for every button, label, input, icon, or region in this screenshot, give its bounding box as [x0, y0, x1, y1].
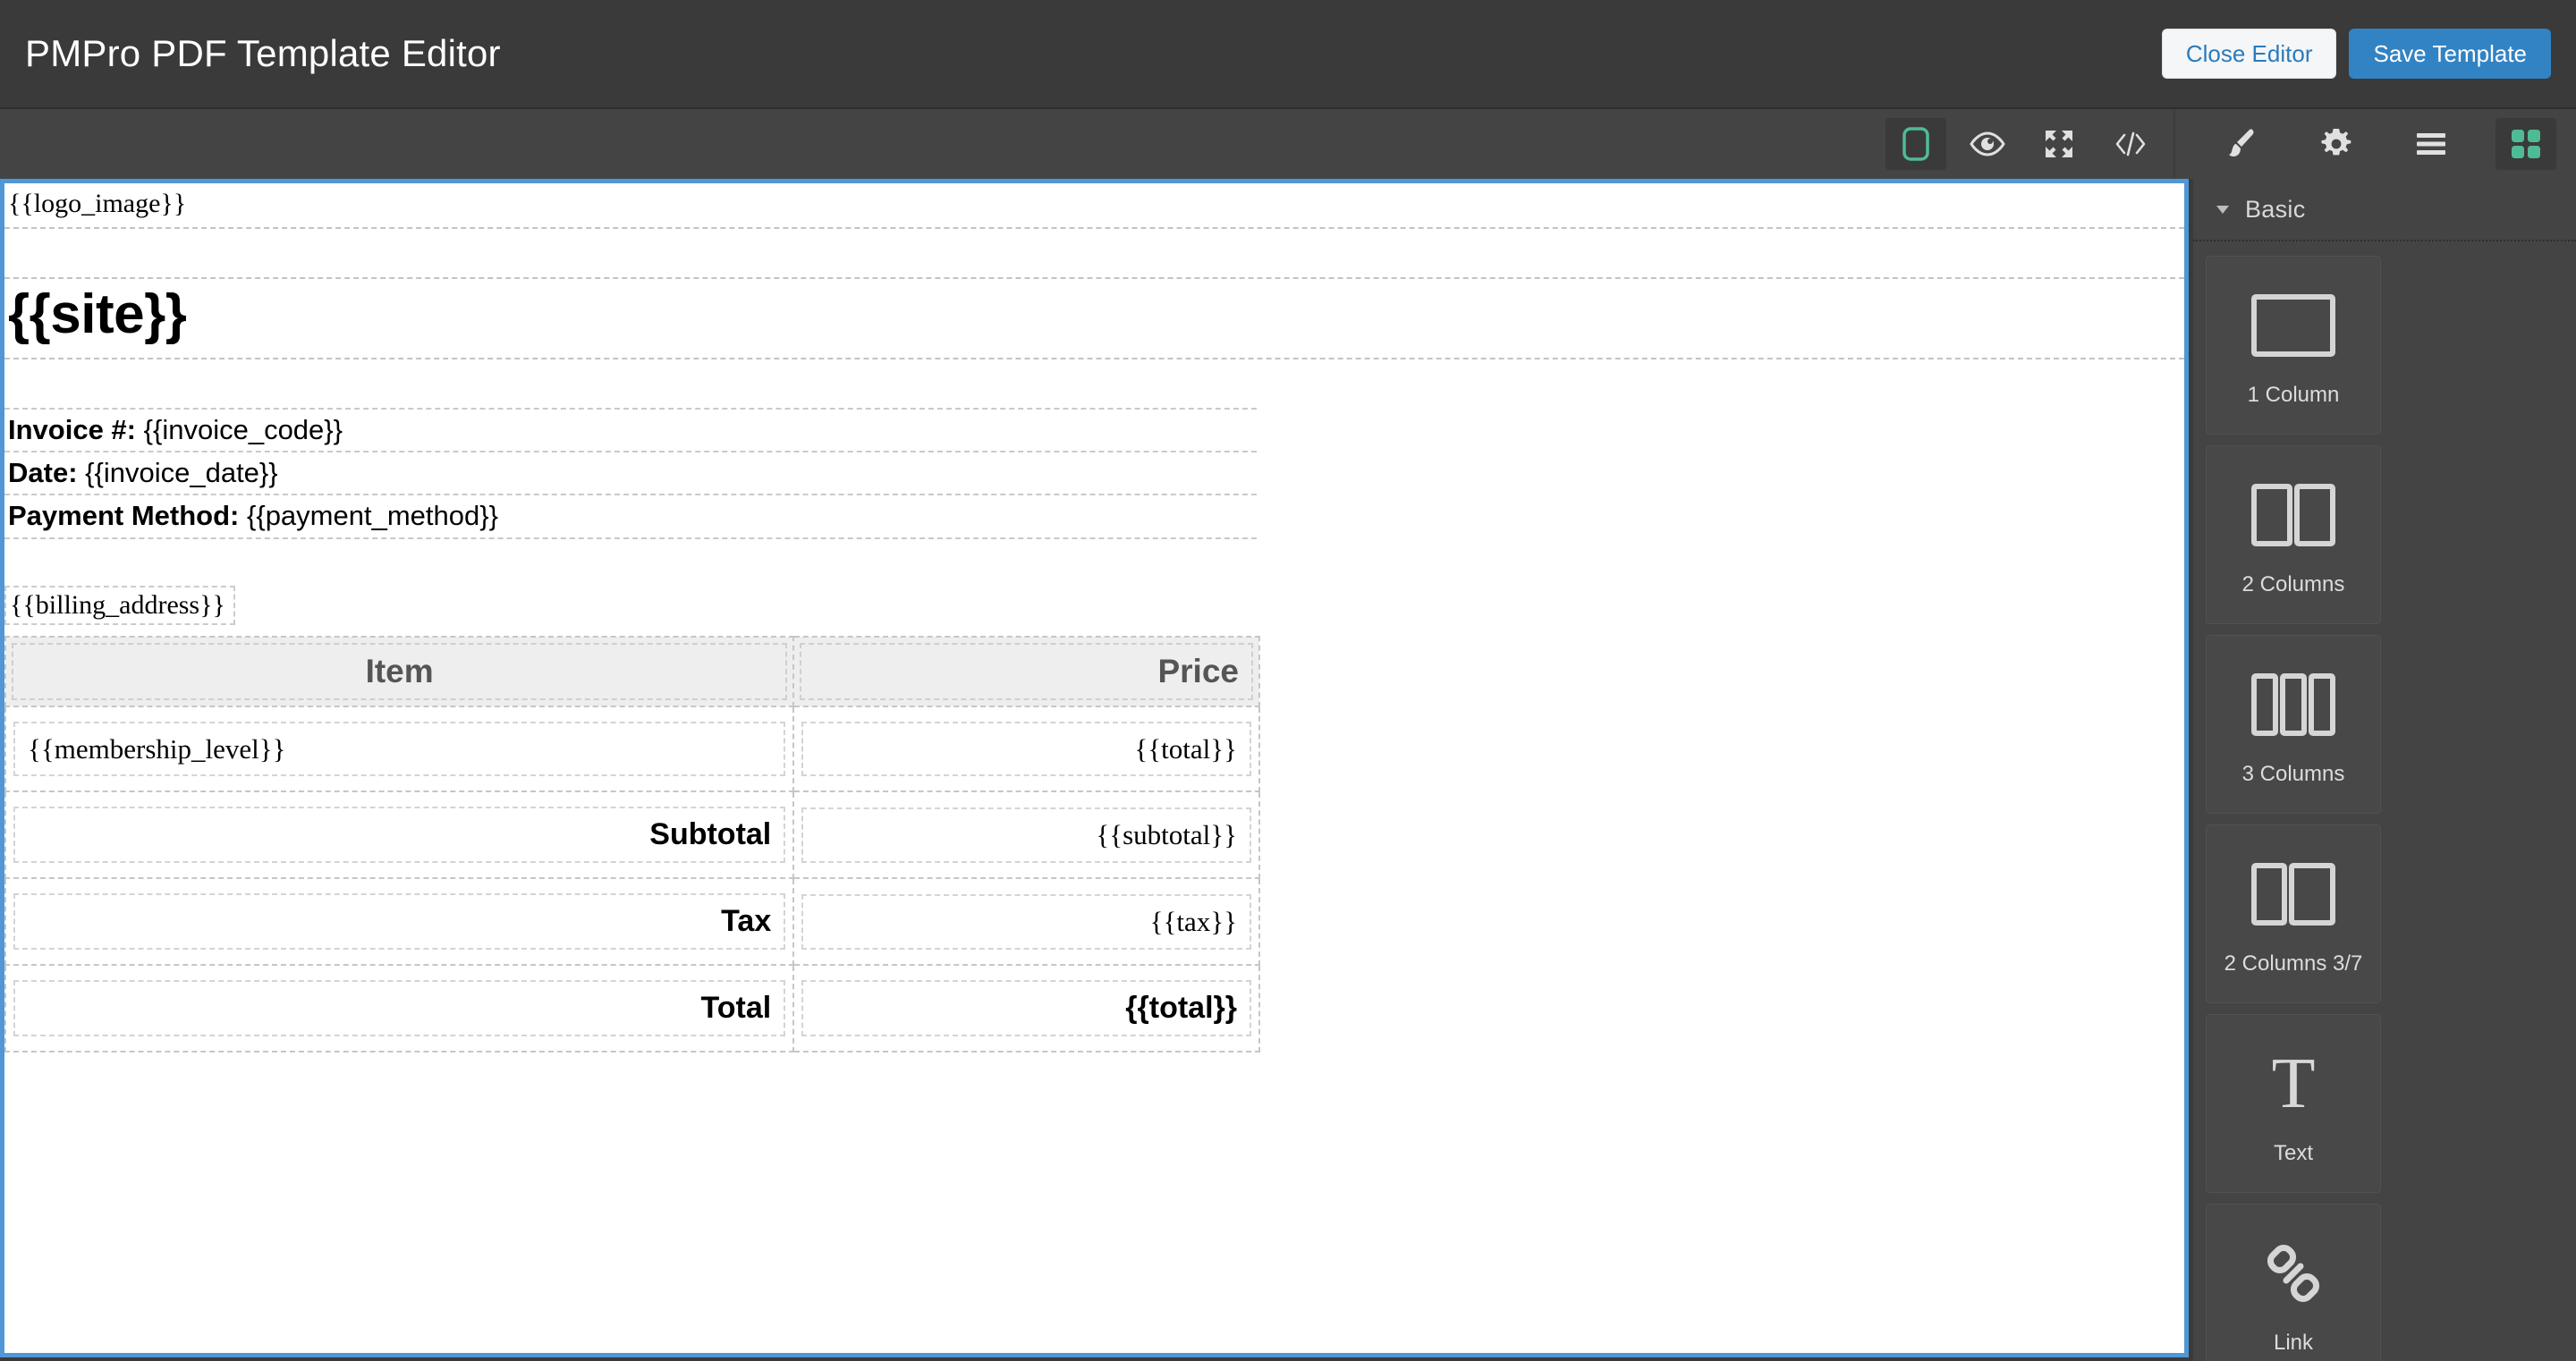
eye-icon: [1970, 131, 2005, 157]
table-cell-price[interactable]: {{total}}: [792, 964, 1260, 1053]
meta-row-invoice-code[interactable]: Invoice #: {{invoice_code}}: [4, 407, 1257, 452]
tax-label: Tax: [721, 904, 772, 939]
invoice-meta-block: Invoice #: {{invoice_code}} Date: {{invo…: [4, 407, 1257, 539]
code-icon: [2114, 131, 2147, 157]
table-row[interactable]: {{membership_level}} {{total}}: [4, 706, 1260, 793]
block-3-columns[interactable]: 3 Columns: [2206, 635, 2381, 814]
table-header-price[interactable]: Price: [792, 635, 1260, 708]
block-label: 2 Columns 3/7: [2224, 951, 2363, 976]
block-text[interactable]: T Text: [2206, 1014, 2381, 1193]
table-cell-item[interactable]: Total: [4, 964, 795, 1053]
table-cell-item[interactable]: Tax: [4, 877, 795, 967]
block-label: Text: [2273, 1141, 2313, 1165]
site-block[interactable]: {{site}}: [4, 276, 2184, 359]
basic-blocks-grid: 1 Column 2 Columns 3 Columns 2 Columns 3…: [2193, 241, 2576, 1361]
three-columns-icon: [2251, 662, 2335, 748]
column-header-label: Item: [365, 652, 434, 689]
fullscreen-arrows-icon: [2044, 129, 2074, 159]
total-label: Total: [700, 991, 772, 1026]
subtotal-label: Subtotal: [649, 817, 772, 852]
meta-row-invoice-date[interactable]: Date: {{invoice_date}}: [4, 452, 1257, 496]
table-row[interactable]: Total {{total}}: [4, 964, 1260, 1053]
meta-row-payment-method[interactable]: Payment Method: {{payment_method}}: [4, 495, 1257, 539]
section-title: Basic: [2245, 195, 2306, 223]
membership-level-placeholder[interactable]: {{membership_level}}: [28, 732, 771, 765]
layer-manager-button[interactable]: [2401, 118, 2462, 170]
logo-image-placeholder[interactable]: {{logo_image}}: [8, 189, 2181, 220]
block-2-columns-3-7[interactable]: 2 Columns 3/7: [2206, 824, 2381, 1003]
site-placeholder[interactable]: {{site}}: [8, 283, 2181, 345]
code-view-button[interactable]: [2100, 118, 2161, 170]
meta-value[interactable]: {{invoice_date}}: [85, 457, 278, 488]
text-t-icon: T: [2271, 1044, 2316, 1123]
subtotal-placeholder[interactable]: {{subtotal}}: [816, 818, 1237, 851]
table-cell-price[interactable]: {{subtotal}}: [792, 790, 1260, 880]
style-manager-button[interactable]: [2211, 118, 2272, 170]
header-actions: Close Editor Save Template: [2161, 29, 2551, 79]
sidebar-section-basic[interactable]: Basic: [2193, 179, 2576, 241]
borders-toggle-button[interactable]: [1885, 118, 1946, 170]
meta-label: Date:: [8, 456, 78, 488]
toolbar-view-group: [1880, 109, 2166, 179]
grand-total-placeholder[interactable]: {{total}}: [816, 991, 1237, 1026]
meta-value[interactable]: {{payment_method}}: [247, 500, 498, 531]
block-label: 1 Column: [2247, 383, 2340, 407]
logo-block[interactable]: {{logo_image}}: [4, 183, 2184, 229]
toolbar-panel-group: [2182, 109, 2576, 179]
hamburger-icon: [2415, 132, 2447, 156]
paint-brush-icon: [2226, 128, 2257, 160]
page-title: PMPro PDF Template Editor: [25, 32, 501, 74]
block-1-column[interactable]: 1 Column: [2206, 256, 2381, 435]
close-editor-button[interactable]: Close Editor: [2161, 29, 2337, 79]
total-placeholder[interactable]: {{total}}: [816, 732, 1237, 765]
template-canvas[interactable]: {{logo_image}} {{site}} Invoice #: {{inv…: [0, 179, 2189, 1357]
table-cell-price[interactable]: {{total}}: [792, 706, 1260, 793]
settings-button[interactable]: [2306, 118, 2367, 170]
two-columns-37-icon: [2251, 851, 2335, 937]
block-label: 3 Columns: [2241, 762, 2345, 786]
table-header-item[interactable]: Item: [4, 635, 795, 708]
billing-address-block[interactable]: {{billing_address}}: [4, 585, 235, 625]
toolbar-divider: [2174, 109, 2175, 179]
table-cell-item[interactable]: {{membership_level}}: [4, 706, 795, 793]
block-label: 2 Columns: [2241, 572, 2345, 596]
preview-toggle-button[interactable]: [1957, 118, 2018, 170]
one-column-icon: [2251, 283, 2335, 368]
blocks-panel-button[interactable]: [2496, 118, 2556, 170]
gear-icon: [2321, 129, 2351, 159]
table-row[interactable]: Subtotal {{subtotal}}: [4, 790, 1260, 880]
block-2-columns[interactable]: 2 Columns: [2206, 445, 2381, 624]
chain-link-icon: [2259, 1230, 2327, 1316]
app-header: PMPro PDF Template Editor Close Editor S…: [0, 0, 2576, 109]
table-header-row: Item Price: [4, 635, 1260, 708]
save-template-button[interactable]: Save Template: [2349, 29, 2551, 79]
column-header-label: Price: [1157, 652, 1239, 689]
table-row[interactable]: Tax {{tax}}: [4, 877, 1260, 967]
table-cell-price[interactable]: {{tax}}: [792, 877, 1260, 967]
block-link[interactable]: Link: [2206, 1204, 2381, 1361]
rounded-square-icon: [1902, 127, 1929, 161]
block-label: Link: [2273, 1331, 2314, 1355]
tax-placeholder[interactable]: {{tax}}: [816, 905, 1237, 938]
invoice-table[interactable]: Item Price {{membership_level}} {{total}…: [4, 635, 1260, 1053]
table-cell-item[interactable]: Subtotal: [4, 790, 795, 880]
editor-toolbar: [0, 109, 2576, 179]
meta-label: Invoice #:: [8, 413, 136, 445]
meta-value[interactable]: {{invoice_code}}: [144, 414, 343, 445]
chevron-down-icon: [2216, 205, 2229, 214]
grid-squares-icon: [2511, 129, 2541, 159]
invoice-document: {{logo_image}} {{site}} Invoice #: {{inv…: [4, 183, 2184, 1053]
two-columns-icon: [2251, 472, 2335, 558]
fullscreen-toggle-button[interactable]: [2029, 118, 2089, 170]
meta-label: Payment Method:: [8, 500, 240, 532]
blocks-sidebar: Basic 1 Column 2 Columns 3 Columns 2 Col…: [2193, 179, 2576, 1361]
